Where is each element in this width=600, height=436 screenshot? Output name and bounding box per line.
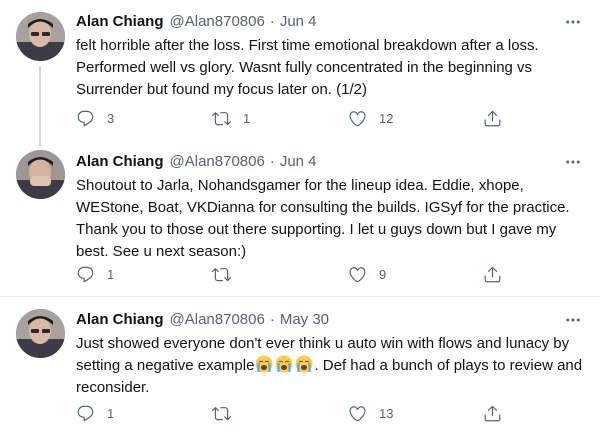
author-name[interactable]: Alan Chiang (76, 310, 164, 330)
tweet-actions: 1 13 (72, 401, 512, 425)
retweet-count: 1 (243, 110, 251, 126)
share-icon (483, 265, 502, 284)
retweet-icon (212, 265, 231, 284)
reply-icon (76, 404, 95, 423)
tweet-1[interactable]: Alan Chiang @Alan870806 · Jun 4 felt hor… (0, 0, 600, 146)
author-name[interactable]: Alan Chiang (76, 12, 164, 32)
reply-count: 1 (107, 266, 115, 282)
author-name[interactable]: Alan Chiang (76, 152, 164, 172)
reply-count: 1 (107, 405, 115, 421)
reply-button[interactable]: 3 (76, 106, 114, 130)
tweet-actions: 3 1 12 (72, 106, 512, 130)
like-icon (348, 109, 367, 128)
tweet-text: Shoutout to Jarla, Nohandsgamer for the … (76, 177, 574, 260)
author-handle[interactable]: @Alan870806 (170, 152, 265, 172)
share-button[interactable] (483, 262, 502, 286)
tweet-feed: Alan Chiang @Alan870806 · Jun 4 felt hor… (0, 0, 600, 436)
avatar[interactable] (16, 12, 65, 61)
loudly-crying-face-emoji (294, 355, 314, 374)
like-button[interactable]: 9 (348, 262, 386, 286)
reply-count: 3 (107, 110, 115, 126)
tweet-2[interactable]: Alan Chiang @Alan870806 · Jun 4 Shoutout… (0, 140, 600, 296)
tweet-date[interactable]: Jun 4 (280, 152, 317, 172)
like-icon (348, 265, 367, 284)
retweet-button[interactable]: 1 (212, 106, 250, 130)
like-count: 13 (379, 405, 394, 421)
retweet-button[interactable] (212, 401, 243, 425)
reply-button[interactable]: 1 (76, 262, 114, 286)
like-button[interactable]: 13 (348, 401, 393, 425)
tweet-date[interactable]: May 30 (280, 310, 329, 330)
separator-dot: · (269, 311, 275, 328)
like-count: 9 (379, 266, 387, 282)
reply-icon (76, 109, 95, 128)
tweet-actions: 1 9 (72, 262, 512, 286)
retweet-icon (212, 404, 231, 423)
share-button[interactable] (483, 401, 502, 425)
separator-dot: · (269, 153, 275, 170)
author-handle[interactable]: @Alan870806 (170, 12, 265, 32)
more-icon[interactable] (562, 152, 584, 172)
share-button[interactable] (483, 106, 502, 130)
more-icon[interactable] (562, 12, 584, 32)
like-button[interactable]: 12 (348, 106, 393, 130)
share-icon (483, 404, 502, 423)
avatar[interactable] (16, 309, 65, 358)
reply-icon (76, 265, 95, 284)
loudly-crying-face-emoji (254, 355, 274, 374)
more-icon[interactable] (562, 310, 584, 330)
avatar[interactable] (16, 150, 65, 199)
thread-line (39, 66, 41, 146)
tweet-header: Alan Chiang @Alan870806 · Jun 4 (76, 12, 317, 32)
share-icon (483, 109, 502, 128)
tweet-text: Just showed everyone don't ever think u … (76, 333, 588, 399)
separator-dot: · (269, 13, 275, 30)
reply-button[interactable]: 1 (76, 401, 114, 425)
tweet-header: Alan Chiang @Alan870806 · May 30 (76, 310, 329, 330)
like-count: 12 (379, 110, 394, 126)
tweet-text: felt horrible after the loss. First time… (76, 37, 543, 98)
tweet-date[interactable]: Jun 4 (280, 12, 317, 32)
retweet-icon (212, 109, 231, 128)
retweet-button[interactable] (212, 262, 243, 286)
author-handle[interactable]: @Alan870806 (170, 310, 265, 330)
like-icon (348, 404, 367, 423)
tweet-3[interactable]: Alan Chiang @Alan870806 · May 30 Just sh… (0, 297, 600, 436)
loudly-crying-face-emoji (274, 355, 294, 374)
tweet-header: Alan Chiang @Alan870806 · Jun 4 (76, 152, 317, 172)
